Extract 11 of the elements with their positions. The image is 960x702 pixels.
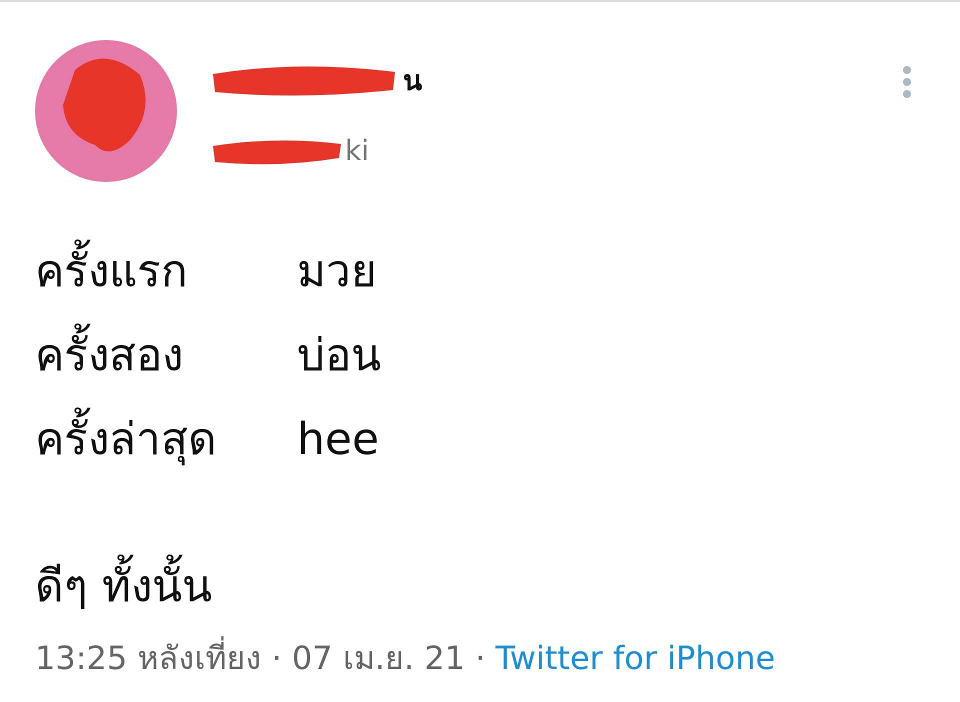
tweet-text: ครั้งล่าสุด bbox=[35, 398, 297, 482]
source-link[interactable]: Twitter for iPhone bbox=[496, 639, 776, 677]
tweet-text: ครั้งสอง bbox=[35, 314, 297, 398]
tweet-text: hee bbox=[297, 413, 380, 467]
user-handle: ki bbox=[345, 134, 369, 167]
tweet-text: ดีๆ ทั้งนั้น bbox=[35, 552, 960, 622]
tweet-text: ครั้งแรก bbox=[35, 230, 297, 314]
tweet-text: บ่อน bbox=[297, 329, 381, 383]
tweet-text: มวย bbox=[297, 245, 377, 299]
avatar[interactable] bbox=[35, 40, 177, 182]
display-name: น bbox=[403, 63, 422, 99]
